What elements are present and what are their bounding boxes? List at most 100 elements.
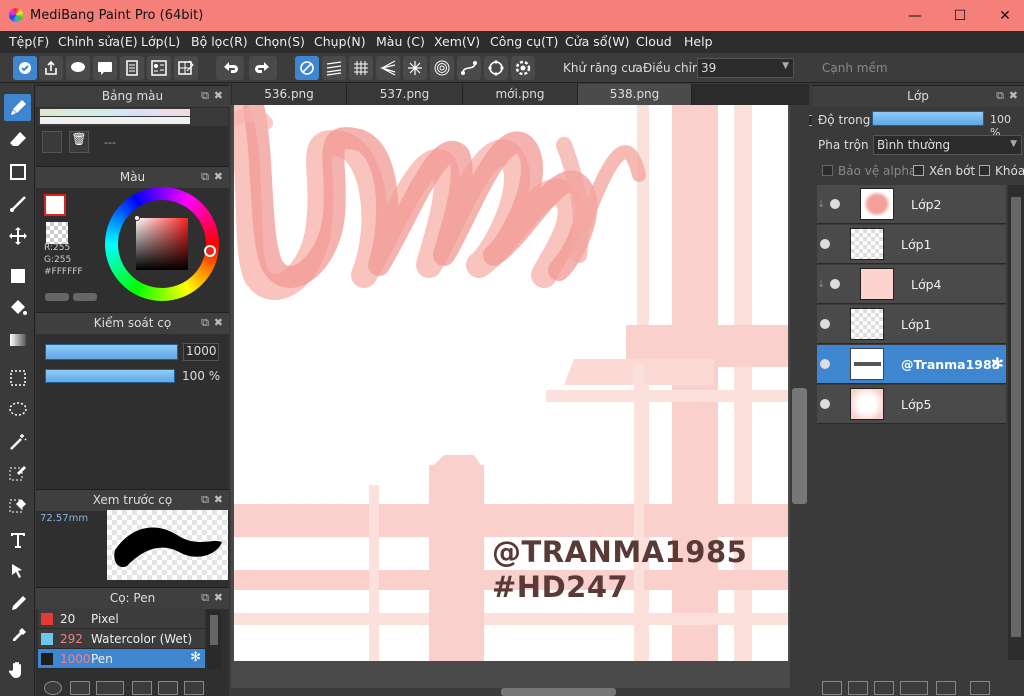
color-mode-button[interactable] — [45, 293, 69, 301]
eye-icon[interactable] — [820, 359, 830, 369]
protect-alpha-checkbox[interactable] — [822, 165, 833, 176]
line-brush-tool-icon[interactable] — [4, 190, 31, 217]
chat-icon[interactable] — [93, 56, 117, 80]
primary-color-swatch[interactable] — [44, 194, 66, 216]
palette-swatches[interactable] — [38, 108, 228, 126]
close-icon[interactable]: ✖ — [214, 86, 223, 106]
drawing-canvas[interactable]: @TRANMA1985 #HD247 — [234, 105, 788, 661]
new-brush-icon[interactable] — [70, 681, 90, 695]
operation-tool-icon[interactable] — [4, 558, 31, 585]
curve-snap-icon[interactable] — [457, 56, 481, 80]
brush-add-menu-icon[interactable] — [96, 681, 124, 695]
eraser-tool-icon[interactable] — [4, 126, 31, 153]
eyedropper-tool-icon[interactable] — [4, 622, 31, 649]
adjust-select[interactable]: 39 ▼ — [697, 58, 794, 78]
layer-row[interactable]: Lớp1 — [817, 225, 1006, 264]
add-layer-menu-icon[interactable] — [900, 681, 928, 695]
snap-settings-icon[interactable] — [511, 56, 535, 80]
hue-wheel[interactable] — [105, 187, 219, 301]
redo-icon[interactable] — [249, 56, 277, 80]
brush-item-pen[interactable]: 1000 Pen ✻ — [38, 649, 205, 669]
duplicate-layer-icon[interactable] — [970, 681, 990, 695]
menu-edit[interactable]: Chỉnh sửa(E) — [58, 34, 138, 49]
grid-edit-icon[interactable] — [174, 56, 198, 80]
menu-help[interactable]: Help — [684, 34, 713, 49]
menu-filter[interactable]: Bộ lọc(R) — [191, 34, 248, 49]
popout-icon[interactable]: ⧉ — [201, 490, 209, 510]
add-cloud-brush-icon[interactable] — [44, 681, 62, 695]
menu-cloud[interactable]: Cloud — [636, 34, 672, 49]
comment-icon[interactable] — [66, 56, 90, 80]
layers-scroll-thumb[interactable] — [1011, 197, 1021, 637]
dropper-sub-tool-icon[interactable] — [4, 590, 31, 617]
lock-checkbox[interactable] — [979, 165, 990, 176]
export-icon[interactable] — [39, 56, 63, 80]
ellipse-snap-icon[interactable] — [484, 56, 508, 80]
layer-opacity-slider[interactable] — [872, 111, 984, 126]
close-icon[interactable]: ✖ — [214, 490, 223, 510]
hand-tool-icon[interactable] — [4, 656, 31, 683]
close-icon[interactable]: ✖ — [214, 313, 223, 333]
page-icon[interactable] — [120, 56, 144, 80]
layers-scrollbar[interactable] — [1008, 185, 1024, 660]
menu-view[interactable]: Xem(V) — [434, 34, 480, 49]
menu-select[interactable]: Chọn(S) — [255, 34, 305, 49]
trash-icon[interactable]: 🗑 — [69, 131, 89, 153]
menu-file[interactable]: Tệp(F) — [9, 34, 49, 49]
popout-icon[interactable]: ⧉ — [201, 167, 209, 187]
eye-icon[interactable] — [830, 199, 840, 209]
select-pen-tool-icon[interactable] — [4, 460, 31, 487]
lasso-tool-icon[interactable] — [4, 396, 31, 423]
minimize-button[interactable]: — — [905, 6, 925, 26]
saturation-square[interactable] — [136, 218, 188, 270]
close-icon[interactable]: ✖ — [214, 588, 223, 608]
parallel-snap-icon[interactable] — [322, 56, 346, 80]
brush-opacity-slider[interactable] — [45, 369, 175, 383]
fill-rect-tool-icon[interactable] — [4, 262, 31, 289]
close-icon[interactable]: ✖ — [214, 167, 223, 187]
brush-size-slider[interactable] — [45, 344, 178, 360]
sv-cursor[interactable] — [134, 215, 140, 221]
new-layer-icon[interactable] — [822, 681, 842, 695]
menu-layer[interactable]: Lớp(L) — [141, 34, 180, 49]
eye-icon[interactable] — [820, 319, 830, 329]
material-icon[interactable] — [147, 56, 171, 80]
bucket-tool-icon[interactable] — [4, 294, 31, 321]
focus-line-snap-icon[interactable] — [376, 56, 400, 80]
brush-size-field[interactable]: 1000 — [183, 343, 219, 361]
layer-folder-icon[interactable] — [936, 681, 956, 695]
new-8bit-layer-icon[interactable] — [848, 681, 868, 695]
cloud-save-icon[interactable] — [13, 56, 37, 80]
select-eraser-tool-icon[interactable] — [4, 492, 31, 519]
vscroll-thumb[interactable] — [792, 388, 807, 504]
brush-settings-gear-icon[interactable]: ✻ — [190, 650, 201, 665]
layer-row[interactable]: ↓ Lớp2 — [817, 185, 1006, 224]
grid-snap-icon[interactable] — [349, 56, 373, 80]
tab-536[interactable]: 536.png — [232, 84, 347, 105]
select-tool-icon[interactable] — [4, 364, 31, 391]
concentric-snap-icon[interactable] — [430, 56, 454, 80]
layer-row-active[interactable]: @Tranma1985 ✻ — [817, 345, 1006, 384]
hscroll-thumb[interactable] — [501, 688, 616, 696]
brush-item-watercolor[interactable]: 292 Watercolor (Wet) — [38, 629, 205, 649]
color-option-button[interactable] — [73, 293, 97, 301]
close-icon[interactable]: ✖ — [1009, 86, 1018, 106]
new-palette-icon[interactable] — [42, 131, 62, 153]
eye-icon[interactable] — [820, 239, 830, 249]
rectangle-tool-icon[interactable] — [4, 158, 31, 185]
popout-icon[interactable]: ⧉ — [201, 313, 209, 333]
menu-color[interactable]: Màu (C) — [376, 34, 425, 49]
layer-settings-gear-icon[interactable]: ✻ — [991, 354, 1004, 373]
brush-item-pixel[interactable]: 20 Pixel — [38, 609, 205, 629]
gradient-tool-icon[interactable] — [4, 326, 31, 353]
menu-window[interactable]: Cửa sổ(W) — [565, 34, 630, 49]
brush-list-scrollbar[interactable] — [207, 609, 221, 669]
canvas-vscroll[interactable] — [790, 105, 809, 688]
layer-row[interactable]: Lớp1 — [817, 305, 1006, 344]
snap-off-icon[interactable] — [295, 56, 319, 80]
popout-icon[interactable]: ⧉ — [201, 588, 209, 608]
tab-538[interactable]: 538.png — [578, 84, 692, 105]
eye-icon[interactable] — [830, 279, 840, 289]
tab-moi[interactable]: mới.png — [463, 84, 578, 105]
popout-icon[interactable]: ⧉ — [201, 86, 209, 106]
